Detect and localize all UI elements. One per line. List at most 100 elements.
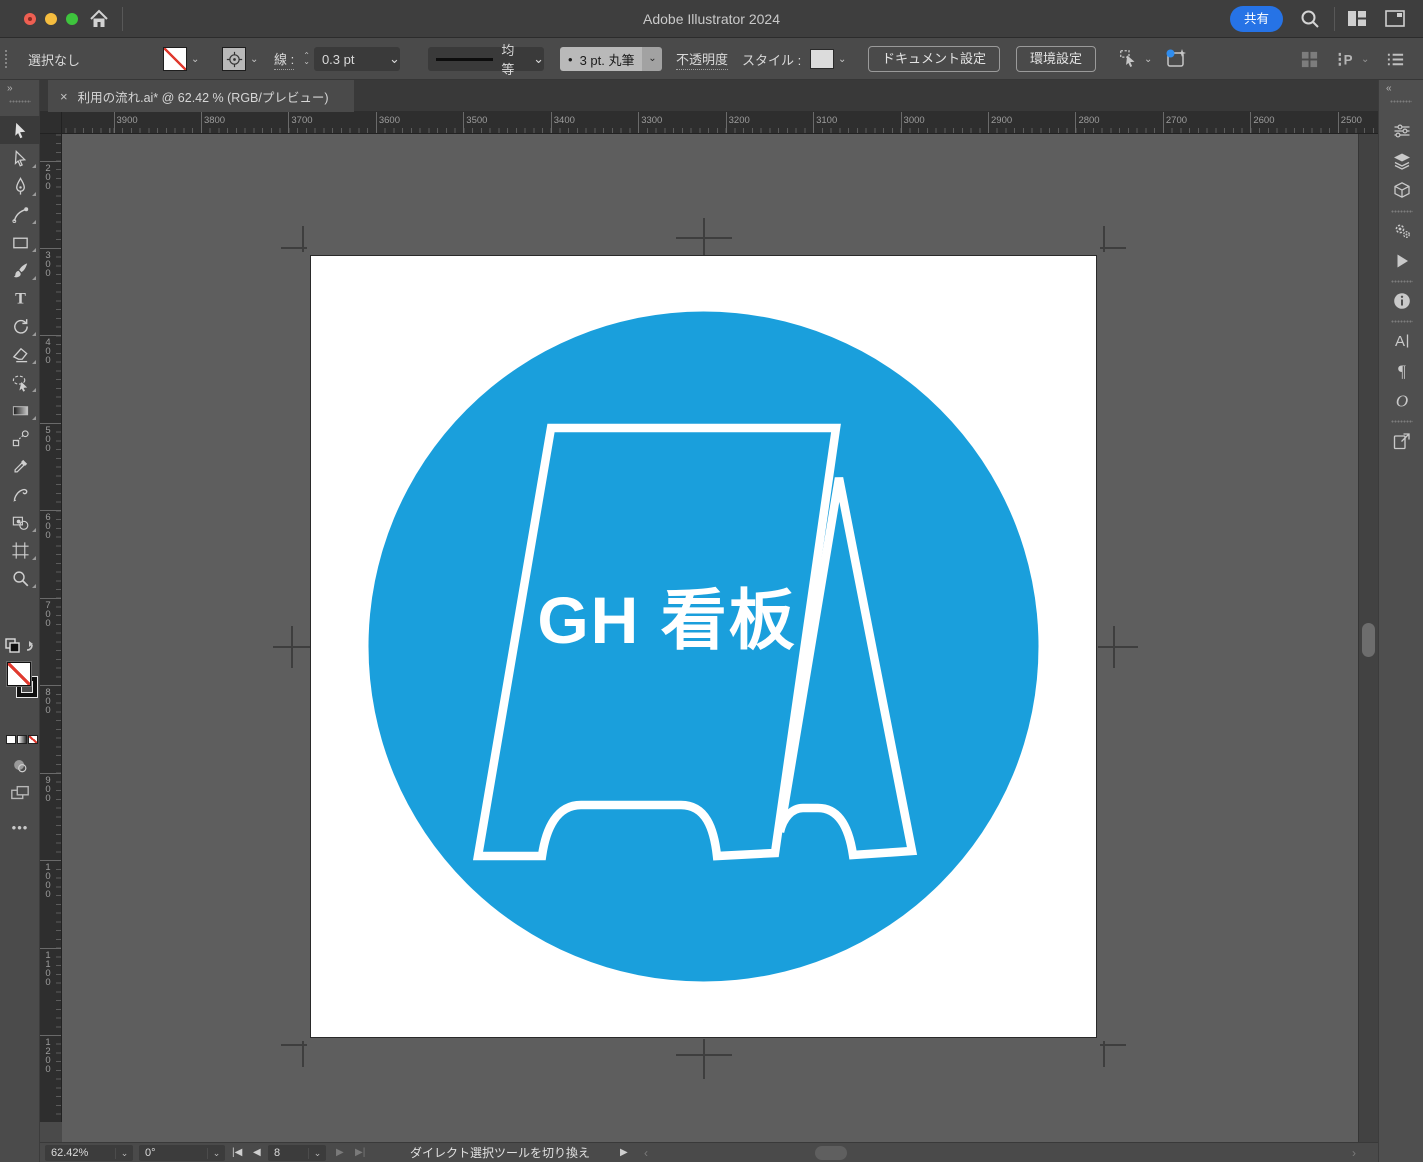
vertical-scrollbar[interactable] xyxy=(1358,134,1378,1142)
ruler-corner[interactable] xyxy=(40,112,62,134)
color-mode-buttons[interactable] xyxy=(0,735,40,747)
style-swatch[interactable] xyxy=(810,49,834,69)
direct-selection-tool[interactable] xyxy=(0,144,40,172)
chevron-down-icon[interactable]: ⌄ xyxy=(246,54,262,65)
fill-color-control[interactable]: ⌄ xyxy=(163,39,203,79)
zoom-tool[interactable] xyxy=(0,564,40,592)
close-tab-icon[interactable]: × xyxy=(60,89,68,104)
chevron-down-icon[interactable]: ⌄ xyxy=(533,51,544,67)
previous-artboard-button[interactable]: ◀ xyxy=(253,1143,261,1162)
stroke-label[interactable]: 線 : xyxy=(274,49,295,70)
workspace-switcher-icon[interactable]: P ⌄ xyxy=(1336,39,1373,79)
eyedropper-tool[interactable] xyxy=(0,452,40,480)
arrange-documents-icon[interactable] xyxy=(1300,39,1319,79)
mini-fill-stroke[interactable] xyxy=(0,636,40,658)
fill-swatch-none[interactable] xyxy=(7,662,31,686)
artboard[interactable]: GH 看板 xyxy=(310,255,1097,1038)
scroll-right-icon[interactable]: › xyxy=(1352,1143,1356,1162)
fill-none-swatch[interactable] xyxy=(163,47,187,71)
panel-icon-layers[interactable] xyxy=(1379,146,1423,176)
horizontal-scrollbar-thumb[interactable] xyxy=(815,1146,847,1160)
panel-toggle-icon[interactable] xyxy=(1385,10,1405,27)
selection-tool[interactable] xyxy=(0,116,40,144)
panel-icon-3d-and-materials[interactable] xyxy=(1379,176,1423,206)
graphic-style-control[interactable]: ⌄ xyxy=(810,39,850,79)
share-button[interactable]: 共有 xyxy=(1229,6,1283,32)
drag-handle[interactable] xyxy=(1390,280,1413,283)
panel-icon-play-action[interactable] xyxy=(1379,246,1423,276)
drag-handle[interactable] xyxy=(8,100,31,103)
opacity-link[interactable]: 不透明度 xyxy=(676,39,729,79)
document-tab[interactable]: × 利用の流れ.ai* @ 62.42 % (RGB/プレビュー) xyxy=(48,80,354,112)
rectangle-tool[interactable] xyxy=(0,228,40,256)
paintbrush-tool[interactable] xyxy=(0,256,40,284)
artboard-tool[interactable] xyxy=(0,536,40,564)
last-artboard-button[interactable]: ▶| xyxy=(355,1143,365,1162)
artboard-number-select[interactable]: 8 ⌄ xyxy=(268,1145,326,1161)
search-icon[interactable] xyxy=(1299,8,1321,30)
controlbar-grip[interactable] xyxy=(4,49,8,69)
shaper-tool[interactable] xyxy=(0,480,40,508)
none-button[interactable] xyxy=(28,735,38,744)
chevron-down-icon[interactable]: ⌄ xyxy=(1357,54,1373,65)
screen-mode-icon[interactable] xyxy=(0,784,40,808)
drag-handle[interactable] xyxy=(1390,210,1413,213)
stroke-color-control[interactable]: ⌄ xyxy=(222,39,262,79)
gradient-tool[interactable] xyxy=(0,396,40,424)
lasso-tool[interactable] xyxy=(0,368,40,396)
drag-handle[interactable] xyxy=(1390,100,1412,103)
collapse-dock-icon[interactable]: « xyxy=(1386,83,1391,94)
color-button[interactable] xyxy=(6,735,16,744)
document-setup-button[interactable]: ドキュメント設定 xyxy=(868,46,1001,72)
blend-tool[interactable] xyxy=(0,424,40,452)
preferences-button[interactable]: 環境設定 xyxy=(1016,46,1097,72)
drag-handle[interactable] xyxy=(1390,320,1413,323)
panel-icon-paragraph[interactable]: ¶ xyxy=(1379,356,1423,386)
stroke-stepper[interactable]: ⌃ ⌄ xyxy=(303,52,310,66)
dock-header[interactable]: « xyxy=(1379,80,1423,104)
tools-panel-header[interactable]: » xyxy=(0,80,39,104)
chevron-down-icon[interactable]: ⌄ xyxy=(389,51,400,67)
vertical-ruler[interactable]: 200 300 400 500 600 700 800 900 1000 1100 1200 xyxy=(40,134,62,1122)
scroll-left-icon[interactable]: ‹ xyxy=(644,1143,648,1162)
rotate-tool[interactable] xyxy=(0,312,40,340)
drawing-mode-icon[interactable] xyxy=(0,756,40,780)
pen-tool[interactable] xyxy=(0,172,40,200)
gradient-button[interactable] xyxy=(17,735,27,744)
variable-width-profile[interactable]: 均等 ⌄ xyxy=(428,39,544,79)
curvature-tool[interactable] xyxy=(0,200,40,228)
vertical-scrollbar-thumb[interactable] xyxy=(1362,623,1375,657)
chevron-down-icon[interactable]: ⌄ xyxy=(187,54,203,65)
panel-icon-actions[interactable] xyxy=(1379,216,1423,246)
rotation-select[interactable]: 0° ⌄ xyxy=(139,1145,225,1161)
workspace-layout-icon[interactable] xyxy=(1347,10,1367,27)
expand-panel-icon[interactable]: » xyxy=(7,83,12,94)
status-expand-icon[interactable]: ▶ xyxy=(620,1143,628,1162)
first-artboard-button[interactable]: |◀ xyxy=(232,1143,242,1162)
zoom-level-select[interactable]: 62.42% ⌄ xyxy=(45,1145,133,1161)
canvas[interactable]: GH 看板 xyxy=(62,134,1358,1142)
eraser-tool[interactable] xyxy=(0,340,40,368)
fill-stroke-indicator[interactable] xyxy=(0,662,40,706)
edit-toolbar-ellipsis[interactable]: ••• xyxy=(0,820,40,840)
shape-builder-tool[interactable] xyxy=(0,508,40,536)
chevron-down-icon[interactable]: ⌄ xyxy=(1140,54,1156,65)
stroke-target-icon[interactable] xyxy=(222,47,246,71)
isolate-selection-control[interactable]: ⌄ xyxy=(1118,39,1156,79)
menu-list-icon[interactable] xyxy=(1386,39,1405,79)
type-tool[interactable]: T xyxy=(0,284,40,312)
horizontal-ruler[interactable]: 3900 3800 3700 3600 3500 3400 3300 3200 3100 3000… xyxy=(62,112,1378,134)
stroke-width-field[interactable]: 0.3 pt ⌄ xyxy=(313,47,400,71)
generative-credits-icon[interactable] xyxy=(1164,39,1188,79)
panel-icon-info[interactable] xyxy=(1379,286,1423,316)
panel-icon-export[interactable] xyxy=(1379,426,1423,456)
chevron-down-icon[interactable]: ⌄ xyxy=(642,47,663,71)
panel-icon-character[interactable]: A xyxy=(1379,326,1423,356)
drag-handle[interactable] xyxy=(1390,420,1413,423)
panel-icon-properties[interactable] xyxy=(1379,116,1423,146)
panel-icon-opentype[interactable]: O xyxy=(1379,386,1423,416)
artwork-sign-icon[interactable]: GH 看板 xyxy=(311,256,1096,1037)
chevron-down-icon[interactable]: ⌄ xyxy=(834,54,850,65)
brush-definition[interactable]: • 3 pt. 丸筆 ⌄ xyxy=(560,39,663,79)
next-artboard-button[interactable]: ▶ xyxy=(336,1143,344,1162)
